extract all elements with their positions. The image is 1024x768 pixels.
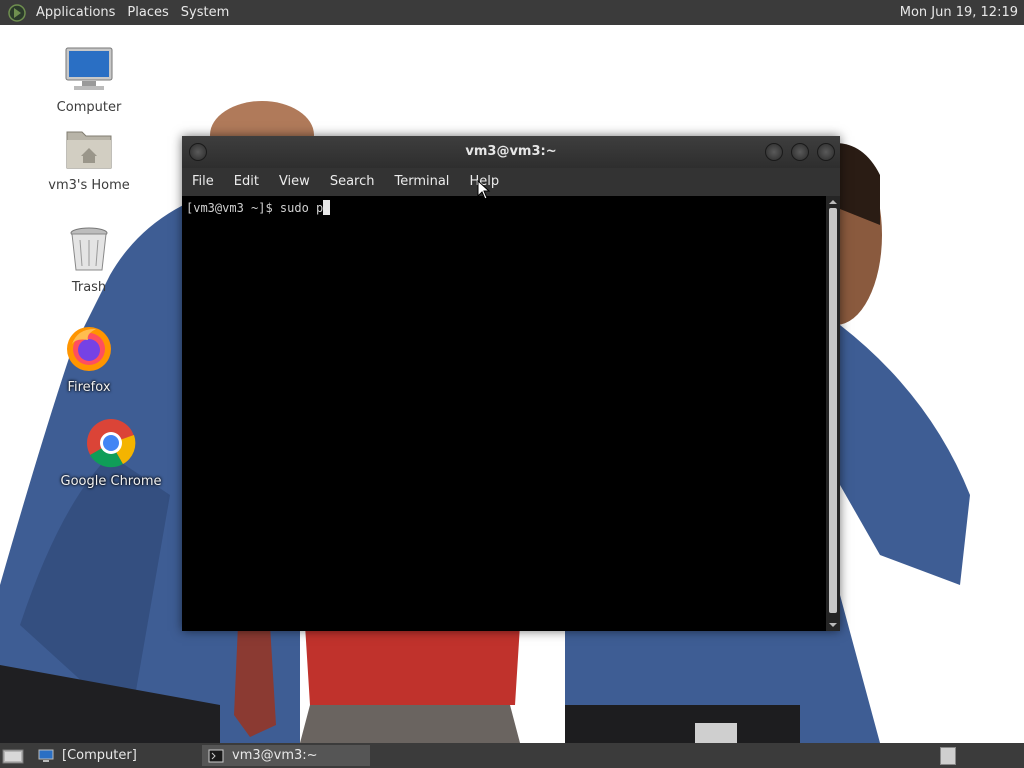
bottom-panel: [Computer] vm3@vm3:~ — [0, 743, 1024, 768]
terminal-output[interactable]: [vm3@vm3 ~]$ sudo p — [182, 196, 826, 631]
minimize-button[interactable] — [765, 143, 783, 161]
taskbar-item-label: vm3@vm3:~ — [232, 748, 318, 763]
trash-icon — [70, 227, 108, 271]
desktop-icon-firefox[interactable]: Firefox — [44, 324, 134, 395]
shell-prompt: [vm3@vm3 ~]$ — [186, 201, 280, 215]
menu-file[interactable]: File — [182, 168, 224, 196]
desktop-icon-label: Google Chrome — [60, 474, 162, 489]
taskbar-item-terminal[interactable]: vm3@vm3:~ — [202, 745, 370, 766]
menu-search[interactable]: Search — [320, 168, 385, 196]
desktop-icon-label: Computer — [56, 100, 122, 115]
workspace-switcher[interactable] — [940, 747, 956, 765]
window-title: vm3@vm3:~ — [465, 144, 557, 159]
desktop-icon-label: Trash — [71, 280, 107, 295]
prompt-line: [vm3@vm3 ~]$ sudo p — [186, 200, 331, 215]
menu-system[interactable]: System — [175, 0, 235, 25]
computer-icon — [65, 47, 113, 90]
scroll-down-arrow-icon[interactable] — [826, 620, 840, 630]
terminal-menubar: File Edit View Search Terminal Help — [182, 168, 840, 196]
taskbar-item-computer[interactable]: [Computer] — [32, 745, 200, 766]
computer-icon — [38, 749, 54, 762]
desktop-icon-chrome[interactable]: Google Chrome — [58, 418, 164, 489]
chrome-icon — [87, 419, 136, 468]
scrollbar-thumb[interactable] — [829, 208, 837, 613]
terminal-window[interactable]: vm3@vm3:~ File Edit View Search Terminal… — [182, 136, 840, 631]
show-desktop-icon[interactable] — [2, 747, 24, 765]
scroll-up-arrow-icon[interactable] — [826, 197, 840, 207]
taskbar-item-label: [Computer] — [62, 748, 137, 763]
desktop-icon-label: Firefox — [67, 380, 111, 395]
home-folder-icon — [66, 131, 112, 169]
menu-edit[interactable]: Edit — [224, 168, 269, 196]
menu-places[interactable]: Places — [121, 0, 174, 25]
command-input[interactable]: sudo p — [280, 201, 323, 215]
menu-terminal[interactable]: Terminal — [384, 168, 459, 196]
clock[interactable]: Mon Jun 19, 12:19 — [900, 0, 1018, 25]
desktop-icon-label: vm3's Home — [48, 178, 130, 193]
desktop-icon-trash[interactable]: Trash — [44, 226, 134, 295]
mouse-cursor-icon — [477, 180, 491, 200]
close-button[interactable] — [817, 143, 835, 161]
menu-view[interactable]: View — [269, 168, 320, 196]
top-panel: Applications Places System Mon Jun 19, 1… — [0, 0, 1024, 25]
applications-logo-icon[interactable] — [8, 3, 26, 22]
desktop-icon-computer[interactable]: Computer — [44, 44, 134, 115]
window-menu-button[interactable] — [189, 143, 207, 161]
desktop-icon-home[interactable]: vm3's Home — [44, 126, 134, 193]
menu-applications[interactable]: Applications — [30, 0, 121, 25]
window-titlebar[interactable]: vm3@vm3:~ — [182, 136, 840, 168]
firefox-icon — [67, 327, 111, 371]
terminal-icon — [208, 749, 224, 762]
terminal-scrollbar[interactable] — [826, 196, 840, 631]
maximize-button[interactable] — [791, 143, 809, 161]
text-cursor — [323, 200, 331, 215]
